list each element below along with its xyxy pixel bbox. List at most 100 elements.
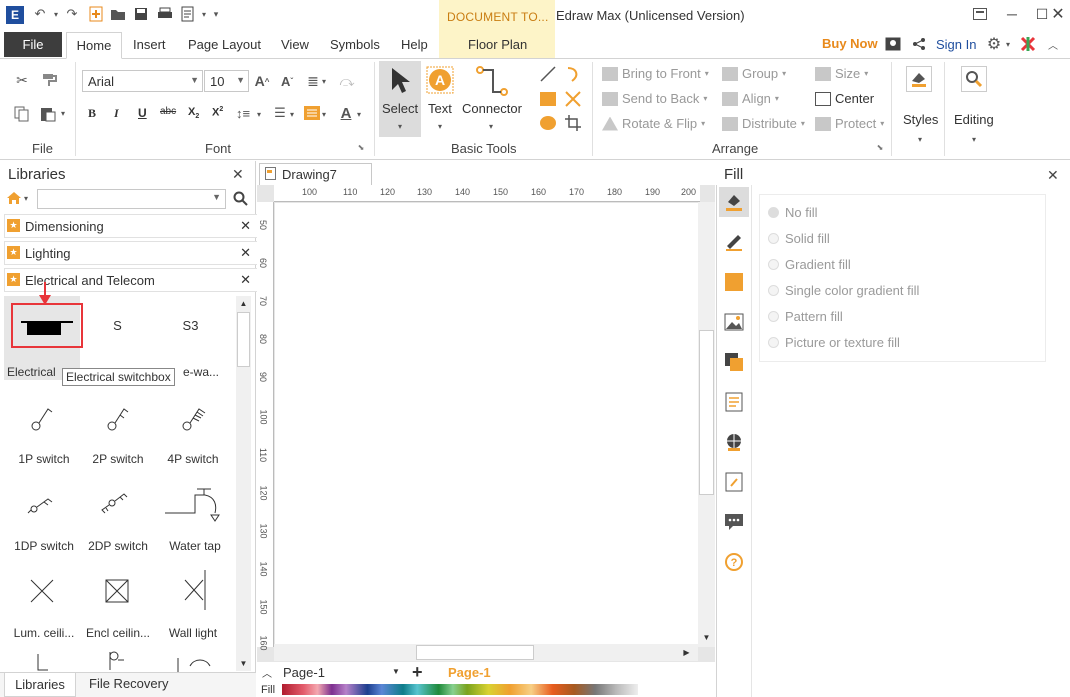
- shape-s3-switch[interactable]: S3: [153, 318, 228, 338]
- size-button[interactable]: Size ▾: [815, 66, 868, 81]
- page-nav-up-icon[interactable]: ︿: [262, 665, 272, 680]
- layer-icon[interactable]: [723, 351, 745, 373]
- minimize-icon[interactable]: ─: [1002, 4, 1022, 24]
- new-document-icon[interactable]: [88, 6, 104, 22]
- tab-view[interactable]: View: [281, 37, 309, 52]
- fill-option-solid[interactable]: Solid fill: [768, 231, 830, 246]
- tab-home[interactable]: Home: [66, 32, 122, 59]
- document-tab[interactable]: Drawing7: [259, 163, 372, 185]
- attachment-icon[interactable]: [723, 471, 745, 493]
- shape-enclosed-ceiling[interactable]: [80, 574, 155, 614]
- italic-button[interactable]: I: [114, 106, 119, 121]
- shape-4p-switch[interactable]: [155, 400, 230, 440]
- paste-dropdown-icon[interactable]: ▾: [59, 106, 67, 120]
- save-icon[interactable]: [133, 6, 149, 22]
- image-icon[interactable]: [723, 311, 745, 333]
- close-category-icon[interactable]: ✕: [240, 272, 251, 288]
- font-size-select[interactable]: 10 ▼: [204, 70, 249, 92]
- shape-partial-icon[interactable]: [30, 652, 50, 672]
- shape-luminaire-ceiling[interactable]: [4, 574, 79, 614]
- grow-font-icon[interactable]: A ^: [254, 72, 270, 90]
- tab-file-recovery[interactable]: File Recovery: [89, 676, 168, 691]
- tab-libraries[interactable]: Libraries: [4, 673, 76, 697]
- library-category-lighting[interactable]: ★ Lighting ✕: [4, 241, 258, 265]
- scroll-right-icon[interactable]: ▶: [679, 645, 694, 660]
- canvas-hscroll-thumb[interactable]: [416, 645, 534, 660]
- text-dropdown-icon[interactable]: ▾: [435, 121, 445, 131]
- font-color-icon[interactable]: A: [338, 104, 354, 122]
- underline-button[interactable]: U: [138, 106, 147, 120]
- shape-2dp-switch[interactable]: [80, 485, 155, 525]
- home-library-dropdown-icon[interactable]: ▾: [22, 193, 30, 203]
- tab-help[interactable]: Help: [401, 37, 428, 52]
- shape-1p-switch[interactable]: [4, 400, 79, 440]
- editing-label[interactable]: Editing: [954, 112, 994, 127]
- line-spacing-dropdown-icon[interactable]: ▾: [255, 108, 263, 120]
- connector-tool-label[interactable]: Connector: [462, 101, 522, 116]
- shape-wall-light[interactable]: [155, 570, 230, 614]
- page-select[interactable]: Page-1: [283, 665, 325, 680]
- cut-icon[interactable]: ✂: [12, 70, 32, 90]
- edraw-brand-icon[interactable]: [1019, 35, 1037, 53]
- customize-toolbar-icon[interactable]: ▾: [208, 6, 224, 22]
- shape-s-switch[interactable]: S: [80, 318, 155, 338]
- fill-option-picture[interactable]: Picture or texture fill: [768, 335, 900, 350]
- account-icon[interactable]: [884, 36, 902, 52]
- select-dropdown-icon[interactable]: ▾: [395, 121, 405, 131]
- shape-water-tap[interactable]: [155, 485, 230, 525]
- editing-dropdown-icon[interactable]: ▾: [969, 134, 979, 144]
- undo-icon[interactable]: ↶: [32, 6, 48, 22]
- line-spacing-icon[interactable]: ↕≡: [235, 105, 251, 121]
- arc-tool-icon[interactable]: [563, 64, 583, 84]
- line-tool-icon[interactable]: [538, 64, 558, 84]
- export-icon[interactable]: [180, 6, 196, 22]
- protect-button[interactable]: Protect ▾: [815, 116, 884, 131]
- font-family-select[interactable]: Arial ▼: [82, 70, 203, 92]
- font-dialog-launcher-icon[interactable]: ⬊: [356, 142, 366, 152]
- scroll-up-icon[interactable]: ▲: [236, 296, 251, 311]
- bullets-dropdown-icon[interactable]: ▾: [288, 108, 296, 120]
- close-category-icon[interactable]: ✕: [240, 245, 251, 261]
- line-style-icon[interactable]: [723, 231, 745, 253]
- fill-option-no-fill[interactable]: No fill: [768, 205, 818, 220]
- add-page-icon[interactable]: +: [412, 662, 423, 683]
- globe-hyperlink-icon[interactable]: [723, 431, 745, 453]
- share-icon[interactable]: [910, 36, 928, 52]
- tab-page-layout[interactable]: Page Layout: [188, 37, 261, 52]
- rectangle-tool-icon[interactable]: [538, 89, 558, 109]
- text-direction-icon[interactable]: ⤼: [336, 72, 358, 90]
- subscript-button[interactable]: X2: [188, 106, 199, 120]
- canvas-horizontal-scrollbar[interactable]: ▶: [274, 644, 698, 661]
- editing-search-icon[interactable]: [961, 66, 987, 92]
- text-highlight-icon[interactable]: [304, 105, 320, 121]
- text-tool-label[interactable]: Text: [428, 101, 452, 116]
- undo-dropdown-icon[interactable]: ▾: [48, 6, 64, 22]
- file-menu-button[interactable]: File: [4, 32, 62, 57]
- library-scroll-thumb[interactable]: [237, 312, 250, 367]
- shape-1dp-switch[interactable]: [4, 485, 79, 525]
- styles-dropdown-icon[interactable]: ▾: [915, 134, 925, 144]
- strikethrough-button[interactable]: abc: [160, 106, 176, 117]
- rotate-flip-button[interactable]: Rotate & Flip ▾: [602, 116, 705, 131]
- settings-gear-icon[interactable]: ⚙: [985, 35, 1003, 53]
- canvas-vertical-scrollbar[interactable]: ▼: [698, 202, 715, 647]
- shadow-icon[interactable]: [723, 271, 745, 293]
- print-icon[interactable]: [157, 6, 173, 22]
- group-button[interactable]: Group ▾: [722, 66, 786, 81]
- sign-in-link[interactable]: Sign In: [936, 37, 976, 52]
- active-page-tab[interactable]: Page-1: [448, 665, 491, 680]
- fill-option-gradient[interactable]: Gradient fill: [768, 257, 851, 272]
- canvas-vscroll-thumb[interactable]: [699, 330, 714, 495]
- tab-symbols[interactable]: Symbols: [330, 37, 380, 52]
- shape-2p-switch[interactable]: [80, 400, 155, 440]
- styles-icon[interactable]: [906, 66, 932, 92]
- close-fill-panel-icon[interactable]: ✕: [1047, 167, 1059, 184]
- tab-floor-plan[interactable]: Floor Plan: [468, 37, 527, 52]
- library-scrollbar[interactable]: ▲ ▼: [236, 296, 251, 671]
- highlight-dropdown-icon[interactable]: ▾: [320, 108, 328, 120]
- ellipse-tool-icon[interactable]: [538, 113, 558, 133]
- close-category-icon[interactable]: ✕: [240, 218, 251, 234]
- buy-now-link[interactable]: Buy Now: [822, 36, 878, 51]
- redo-icon[interactable]: ↷: [64, 6, 80, 22]
- styles-label[interactable]: Styles: [903, 112, 938, 127]
